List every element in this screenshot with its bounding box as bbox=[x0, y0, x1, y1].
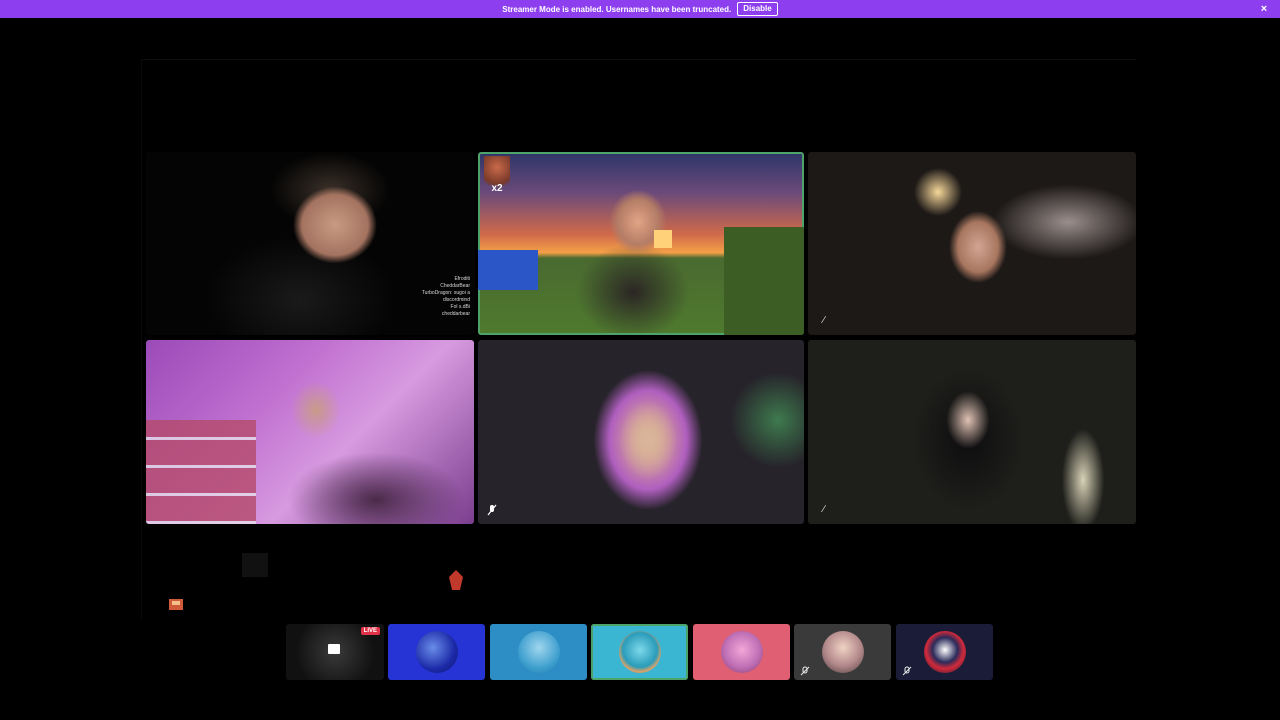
participant-avatar-tile-speaking[interactable] bbox=[591, 624, 688, 680]
chat-line: TurboDragon: sugoi a bbox=[421, 290, 470, 296]
chat-line: CheddarBear bbox=[440, 283, 470, 289]
scene-trees bbox=[724, 227, 804, 335]
participant-avatar-tile[interactable] bbox=[388, 624, 485, 680]
video-tile-participant-1[interactable]: Efroditi CheddarBear TurboDragon: sugoi … bbox=[146, 152, 474, 335]
reaction-emote-icon bbox=[242, 553, 268, 577]
scene-water bbox=[478, 250, 538, 290]
participant-avatar-tile[interactable] bbox=[693, 624, 790, 680]
stream-preview-tile[interactable]: LIVE bbox=[286, 624, 384, 680]
screen-share-icon bbox=[328, 644, 340, 654]
mic-off-icon: ∕ bbox=[823, 504, 825, 515]
reaction-emote-icon bbox=[169, 599, 183, 610]
streamer-mode-banner: Streamer Mode is enabled. Usernames have… bbox=[0, 0, 1280, 18]
avatar bbox=[618, 631, 661, 673]
scene-shelf bbox=[146, 420, 256, 524]
stage-divider bbox=[142, 59, 1136, 60]
chat-line: Efroditi bbox=[454, 276, 470, 282]
avatar bbox=[720, 631, 763, 673]
reaction-emote-icon bbox=[449, 570, 463, 590]
mic-off-icon: ∕ bbox=[823, 315, 825, 326]
participant-avatar-tile[interactable] bbox=[896, 624, 993, 680]
mic-off-icon bbox=[902, 666, 912, 676]
live-badge: LIVE bbox=[360, 627, 380, 635]
video-tile-participant-6[interactable]: ∕ bbox=[808, 340, 1136, 524]
chat-line: Fol s.dBi bbox=[450, 304, 470, 310]
participant-avatar-tile[interactable] bbox=[490, 624, 587, 680]
scene-sun bbox=[654, 230, 672, 248]
disable-streamer-mode-button[interactable]: Disable bbox=[737, 2, 778, 16]
participant-avatar-tile[interactable] bbox=[794, 624, 891, 680]
chat-line: discordmind bbox=[443, 297, 470, 303]
avatar bbox=[517, 631, 560, 673]
video-tile-participant-4[interactable] bbox=[146, 340, 474, 524]
chat-line: cheddarbear bbox=[441, 311, 470, 317]
banner-message: Streamer Mode is enabled. Usernames have… bbox=[502, 4, 732, 14]
video-tile-participant-2[interactable]: x2 bbox=[478, 152, 804, 335]
mic-off-icon bbox=[800, 666, 810, 676]
avatar bbox=[415, 631, 458, 673]
video-tile-participant-5[interactable] bbox=[478, 340, 804, 524]
emote-overlay: x2 bbox=[484, 156, 510, 194]
mic-off-icon bbox=[487, 504, 497, 516]
emote-multiplier: x2 bbox=[491, 183, 503, 194]
video-tile-participant-3[interactable]: ∕ bbox=[808, 152, 1136, 335]
stream-chat-overlay: Efroditi CheddarBear TurboDragon: sugoi … bbox=[400, 276, 470, 318]
close-icon[interactable]: × bbox=[1257, 2, 1271, 16]
stage-divider-vertical bbox=[141, 59, 142, 619]
avatar bbox=[923, 631, 966, 673]
avatar bbox=[821, 631, 864, 673]
